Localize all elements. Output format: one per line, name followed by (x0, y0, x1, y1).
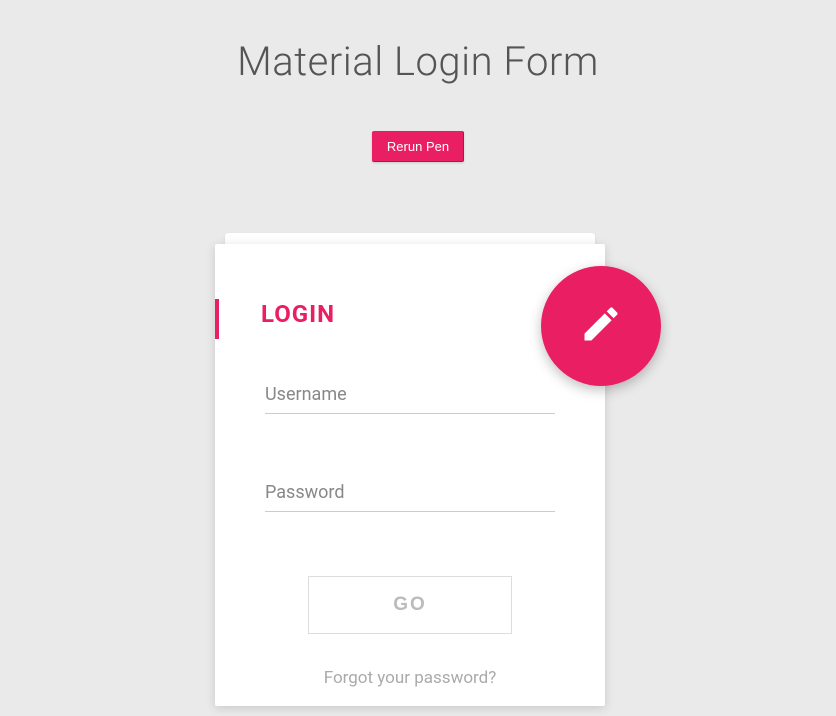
rerun-pen-button[interactable]: Rerun Pen (372, 131, 464, 162)
username-input[interactable] (265, 380, 555, 414)
card-header: LOGIN (215, 244, 605, 328)
accent-bar (215, 299, 219, 339)
submit-button[interactable]: GO (308, 576, 512, 634)
password-field-wrapper: Password (265, 478, 555, 512)
username-field-wrapper: Username (265, 380, 555, 414)
page-title: Material Login Form (0, 38, 836, 85)
pencil-icon (579, 302, 623, 350)
login-card: LOGIN Username Password GO Forgot your p… (215, 244, 605, 706)
login-title: LOGIN (261, 300, 559, 328)
password-input[interactable] (265, 478, 555, 512)
forgot-password-link[interactable]: Forgot your password? (265, 668, 555, 688)
login-form: Username Password GO Forgot your passwor… (215, 328, 605, 688)
register-fab-button[interactable] (541, 266, 661, 386)
